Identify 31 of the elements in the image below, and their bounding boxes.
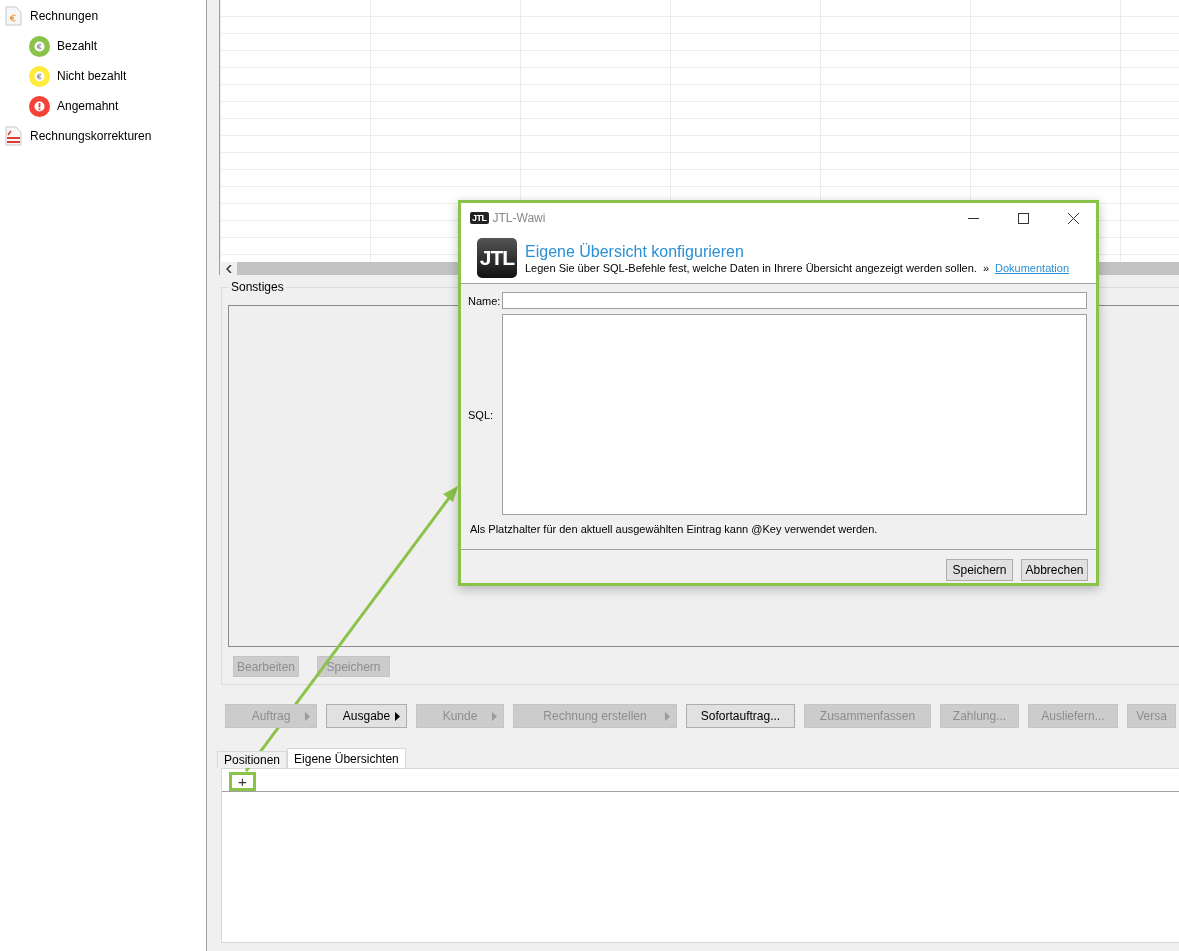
dialog-heading: Eigene Übersicht konfigurieren — [525, 242, 745, 261]
dialog-description: Legen Sie über SQL-Befehle fest, welche Daten in Ihrere Übersicht angezeigt werden sollen. — [525, 261, 977, 274]
group-title: Sonstiges — [229, 280, 286, 294]
dialog-button[interactable]: Speichern — [946, 559, 1013, 581]
tree-item-label[interactable]: Nicht bezahlt — [57, 69, 127, 83]
window-title: JTL-Wawi — [492, 211, 547, 225]
app-logo: JTL — [477, 238, 517, 278]
close-icon[interactable] — [1067, 212, 1079, 224]
sql-input-field[interactable] — [502, 314, 1087, 515]
tree-item-label[interactable]: Bezahlt — [57, 39, 98, 53]
tree-item-label[interactable]: Rechnungskorrekturen — [30, 129, 152, 143]
document-icon — [5, 126, 22, 146]
field-label: Name: — [468, 293, 502, 309]
tab[interactable]: Eigene Übersichten — [287, 748, 406, 768]
field-label: SQL: — [468, 407, 495, 423]
hint-text: Als Platzhalter für den aktuell ausgewählten Eintrag kann @Key verwendet werden. — [469, 522, 879, 537]
invoice-document-icon — [5, 6, 22, 26]
app-logo: JTL — [470, 212, 489, 224]
add-button[interactable]: + — [229, 772, 256, 791]
tree-item-label[interactable]: Rechnungen — [30, 9, 99, 23]
dialog-button[interactable]: Abbrechen — [1021, 559, 1088, 581]
toolbar-button[interactable]: Sofortauftrag... — [686, 704, 795, 728]
maximize-icon[interactable] — [1017, 212, 1029, 224]
link-marker: » — [982, 261, 989, 274]
name-input-field[interactable] — [502, 292, 1087, 309]
scroll-left-icon[interactable] — [225, 264, 232, 273]
tree-item-label[interactable]: Angemahnt — [57, 99, 119, 113]
tab[interactable]: Positionen — [217, 751, 288, 768]
toolbar-button[interactable]: Ausgabe — [326, 704, 407, 728]
documentation-link[interactable]: Dokumentation — [995, 261, 1069, 274]
minimize-icon[interactable] — [967, 217, 979, 219]
